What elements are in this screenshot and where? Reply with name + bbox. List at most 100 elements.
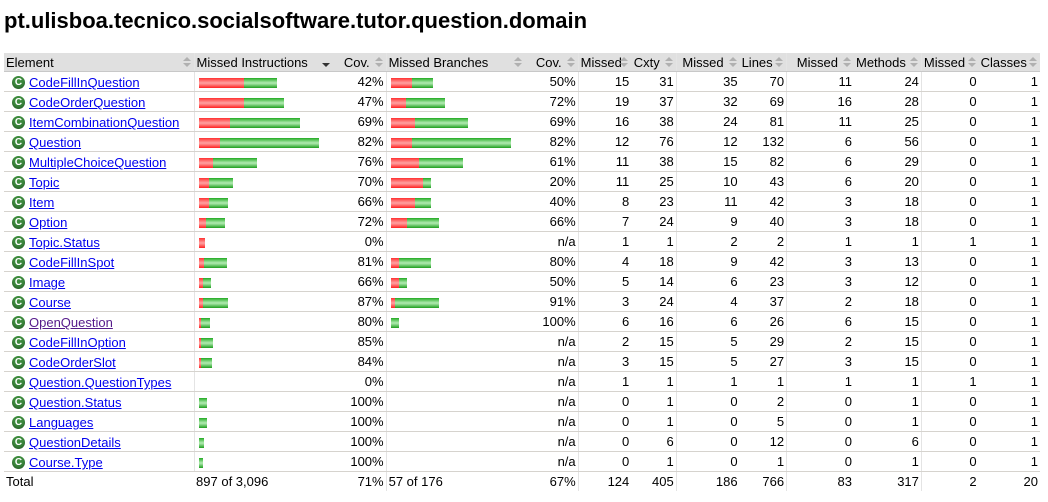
class-link[interactable]: Topic [29, 175, 59, 190]
cxty-missed: 0 [578, 451, 632, 472]
class-link[interactable]: OpenQuestion [29, 315, 113, 330]
instructions-coverage: 69% [332, 111, 387, 132]
class-link[interactable]: Languages [29, 415, 93, 430]
element-cell: C Course [4, 291, 195, 312]
instructions-missed-segment [198, 217, 206, 228]
total-lines: 766 [739, 471, 788, 491]
instructions-bar [198, 97, 284, 108]
instructions-bar [198, 77, 277, 88]
class-icon: C [12, 136, 25, 149]
class-link[interactable]: Question.Status [29, 395, 122, 410]
class-link[interactable]: CodeFillInSpot [29, 255, 114, 270]
sort-icon[interactable] [566, 57, 575, 67]
header-methods[interactable]: Methods [853, 53, 922, 72]
instructions-missed-segment [198, 157, 213, 168]
sort-icon[interactable] [182, 57, 191, 67]
methods: 29 [853, 151, 922, 172]
header-methods-missed[interactable]: Missed [786, 53, 854, 72]
methods-missed: 0 [786, 411, 854, 432]
sort-icon[interactable] [620, 57, 629, 67]
missed-instructions-cell [194, 171, 333, 192]
instructions-bar [198, 397, 207, 408]
lines-missed: 6 [676, 311, 740, 332]
header-element[interactable]: Element [4, 53, 195, 72]
header-missed-instructions[interactable]: Missed Instructions [194, 53, 333, 72]
class-link[interactable]: Topic.Status [29, 235, 100, 250]
cxty-missed: 0 [578, 391, 632, 412]
table-row: C CodeFillInSpot 81% 80% 4 18 9 42 3 13 0 1 [4, 251, 1040, 272]
header-branches-cov[interactable]: Cov. [525, 53, 579, 72]
branches-bar [390, 117, 468, 128]
header-cxty[interactable]: Cxty [631, 53, 677, 72]
total-cxty-missed: 124 [607, 474, 630, 489]
instructions-coverage: 76% [332, 151, 387, 172]
sort-icon[interactable] [664, 57, 673, 67]
element-class: C Topic.Status [6, 235, 100, 250]
class-link[interactable]: Item [29, 195, 54, 210]
header-instructions-cov[interactable]: Cov. [332, 53, 387, 72]
header-classes[interactable]: Classes [978, 53, 1040, 72]
sort-icon[interactable] [514, 57, 523, 67]
header-label: Lines [741, 54, 773, 70]
cxty-missed: 0 [578, 411, 632, 432]
instructions-coverage: 82% [332, 131, 387, 152]
class-link[interactable]: Course.Type [29, 455, 103, 470]
cxty-missed: 0 [578, 431, 632, 452]
missed-instructions-cell [194, 71, 333, 92]
classes: 1 [978, 451, 1040, 472]
class-link[interactable]: Question.QuestionTypes [29, 375, 171, 390]
class-link[interactable]: MultipleChoiceQuestion [29, 155, 166, 170]
sort-icon[interactable] [842, 57, 851, 67]
missed-branches-cell [386, 271, 526, 292]
header-classes-missed[interactable]: Missed [921, 53, 979, 72]
lines: 26 [739, 311, 788, 332]
class-icon: C [12, 296, 25, 309]
branches-coverage: n/a [525, 351, 579, 372]
class-link[interactable]: CodeFillInQuestion [29, 75, 140, 90]
instructions-missed-segment [198, 77, 244, 88]
instructions-missed-segment [198, 177, 209, 188]
table-row: C Question.Status 100% n/a 0 1 0 2 0 1 0 1 [4, 391, 1040, 412]
class-link[interactable]: CodeOrderQuestion [29, 95, 145, 110]
cxty: 24 [631, 211, 677, 232]
lines: 23 [739, 271, 788, 292]
sort-icon[interactable] [775, 57, 784, 67]
class-link[interactable]: Question [29, 135, 81, 150]
class-link[interactable]: QuestionDetails [29, 435, 121, 450]
instructions-coverage: 66% [332, 271, 387, 292]
lines-missed: 0 [676, 431, 740, 452]
lines-missed: 24 [676, 111, 740, 132]
classes: 1 [978, 151, 1040, 172]
sort-icon[interactable] [728, 57, 737, 67]
header-cxty-missed[interactable]: Missed [578, 53, 632, 72]
element-class: C Option [6, 215, 67, 230]
classes-missed: 0 [921, 131, 979, 152]
class-link[interactable]: Option [29, 215, 67, 230]
missed-branches-cell [386, 151, 526, 172]
sort-icon[interactable] [909, 57, 918, 67]
class-link[interactable]: Course [29, 295, 71, 310]
lines-missed: 0 [676, 411, 740, 432]
class-icon: C [12, 176, 25, 189]
header-lines[interactable]: Lines [739, 53, 788, 72]
sort-icon[interactable] [967, 57, 976, 67]
class-link[interactable]: ItemCombinationQuestion [29, 115, 179, 130]
classes: 1 [978, 111, 1040, 132]
class-link[interactable]: Image [29, 275, 65, 290]
methods-missed: 3 [786, 211, 854, 232]
class-link[interactable]: CodeFillInOption [29, 335, 126, 350]
missed-instructions-cell [194, 191, 333, 212]
missed-branches-cell [386, 411, 526, 432]
class-link[interactable]: CodeOrderSlot [29, 355, 116, 370]
methods: 1 [853, 391, 922, 412]
sort-descending-icon[interactable] [321, 57, 330, 67]
header-lines-missed[interactable]: Missed [676, 53, 740, 72]
sort-icon[interactable] [1029, 57, 1037, 67]
missed-instructions-cell [194, 431, 333, 452]
class-icon: C [12, 216, 25, 229]
total-cxty: 405 [631, 471, 677, 491]
lines-missed: 9 [676, 211, 740, 232]
methods: 18 [853, 211, 922, 232]
header-missed-branches[interactable]: Missed Branches [386, 53, 526, 72]
sort-icon[interactable] [374, 57, 383, 67]
